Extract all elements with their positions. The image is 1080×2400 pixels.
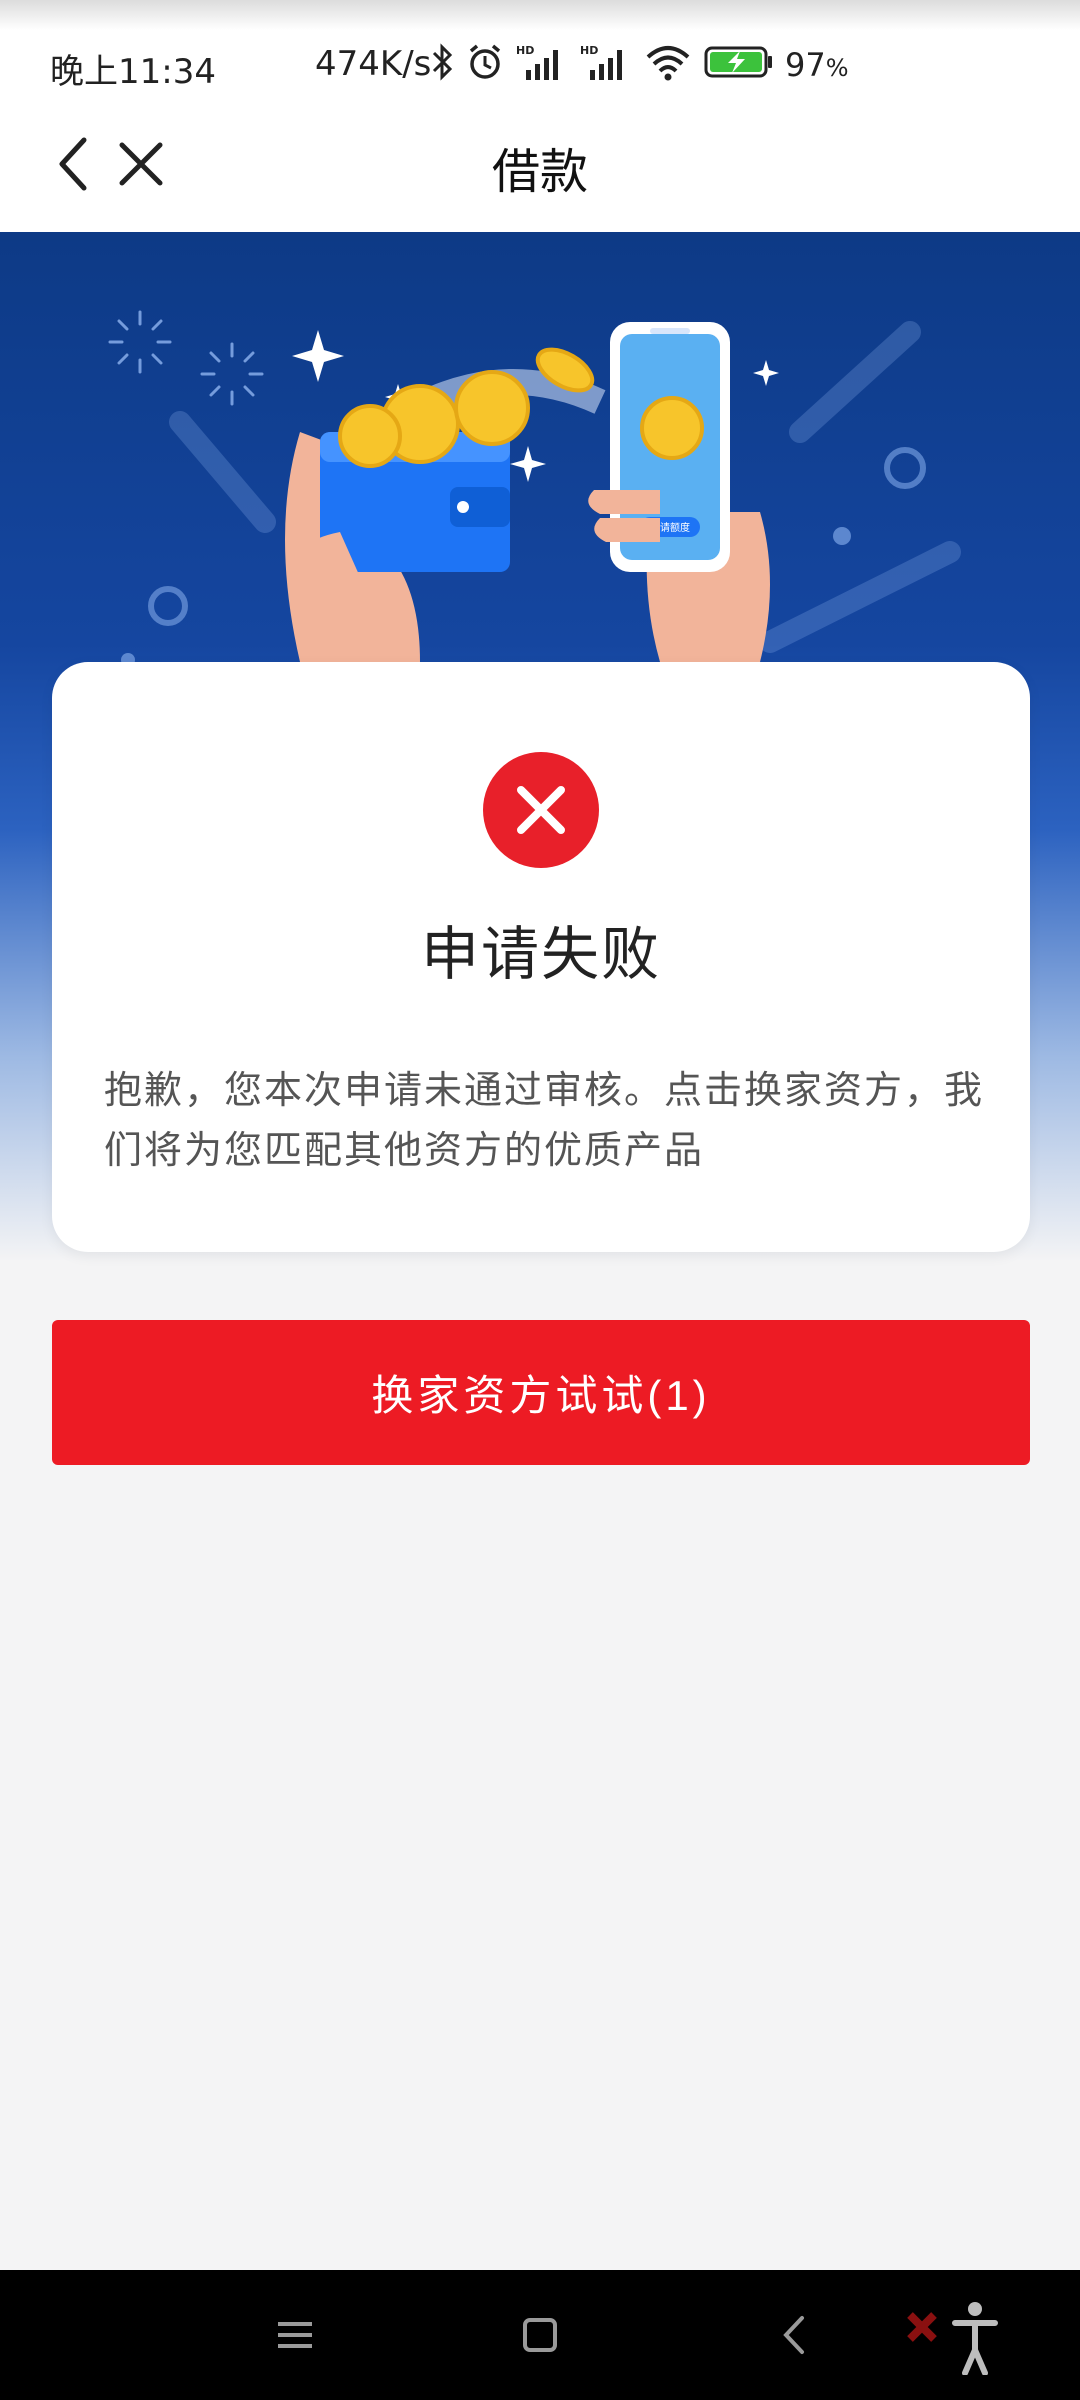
status-bar: 晚上11:34 474K/s HD HD 97% <box>0 0 1080 100</box>
status-time: 晚上11:34 <box>50 52 216 92</box>
home-square-icon[interactable] <box>515 2310 565 2360</box>
result-message: 抱歉，您本次申请未通过审核。点击换家资方，我们将为您匹配其他资方的优质产品 <box>104 1068 985 1172</box>
accessibility-icon[interactable] <box>900 2295 1030 2375</box>
result-card: 申请失败 抱歉，您本次申请未通过审核。点击换家资方，我们将为您匹配其他资方的优质… <box>52 662 1030 1252</box>
svg-text:HD: HD <box>516 44 534 57</box>
page-title: 借款 <box>491 144 588 200</box>
signal-hd-icon: HD <box>516 44 558 80</box>
switch-provider-button[interactable]: 换家资方试试(1) <box>52 1320 1030 1465</box>
menu-icon[interactable] <box>270 2310 320 2360</box>
status-top-shade <box>0 0 1080 30</box>
bluetooth-icon <box>432 43 453 81</box>
signal-hd-icon: HD <box>580 44 622 80</box>
battery-percent: 97% <box>785 46 849 84</box>
svg-text:HD: HD <box>580 44 598 57</box>
result-title: 申请失败 <box>420 920 661 988</box>
system-nav-bar <box>0 2270 1080 2400</box>
title-bar: 借款 <box>0 100 1080 232</box>
back-chevron-icon[interactable] <box>770 2310 820 2360</box>
status-network-speed: 474K/s <box>315 44 432 84</box>
status-icons: HD HD <box>430 40 774 84</box>
wifi-icon <box>646 46 690 81</box>
alarm-icon <box>469 44 501 79</box>
battery-charging-icon <box>704 46 772 78</box>
battery-percent-value: 97 <box>785 46 826 84</box>
error-x-icon <box>483 752 599 868</box>
